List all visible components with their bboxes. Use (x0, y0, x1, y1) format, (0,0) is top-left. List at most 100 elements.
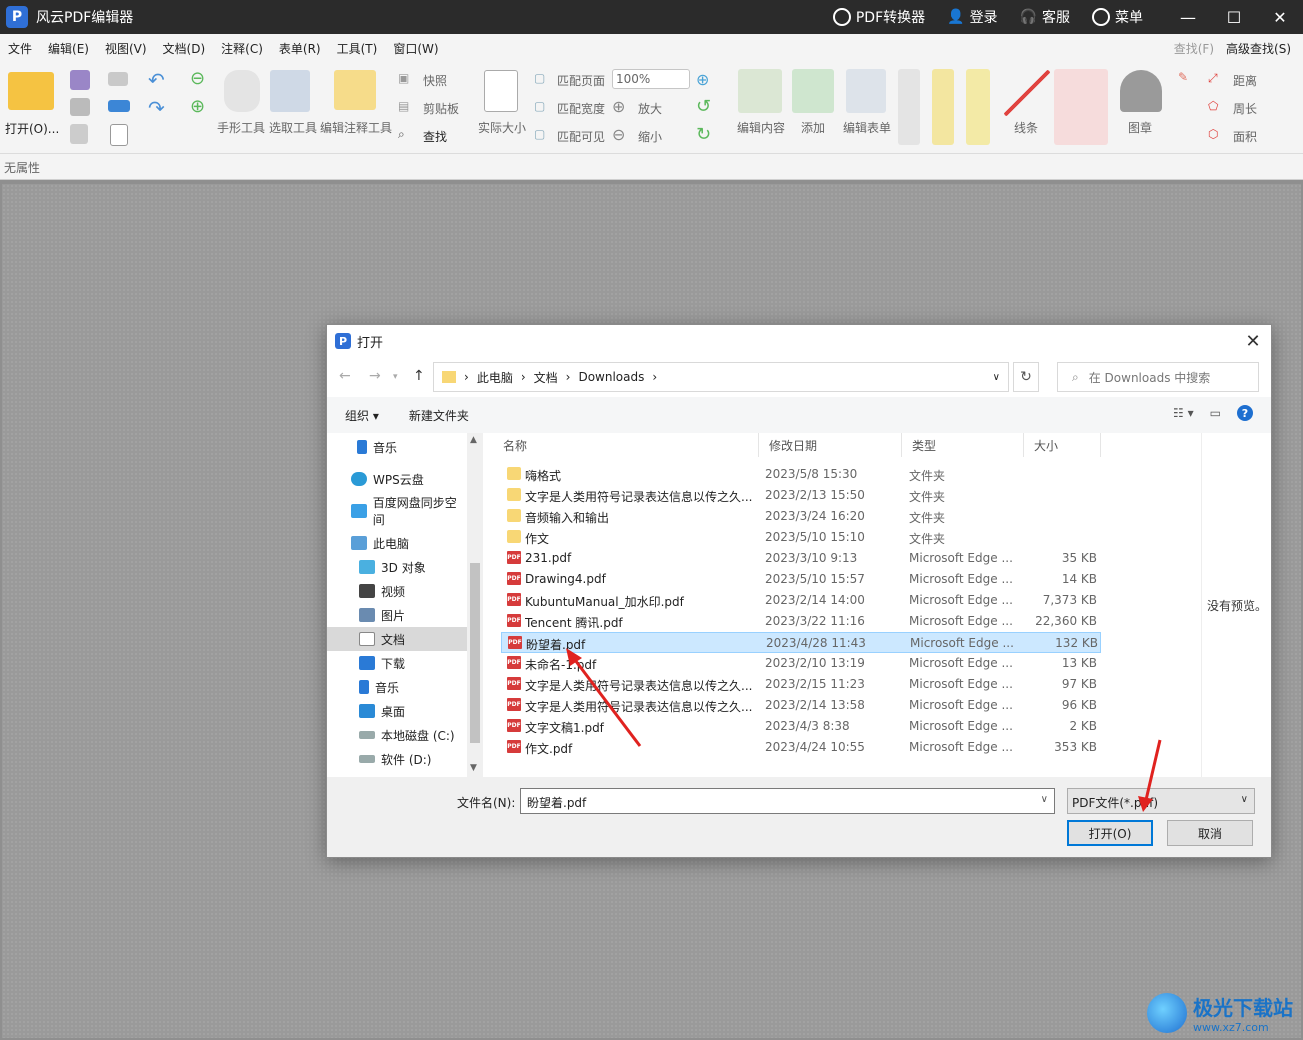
perimeter-label[interactable]: 周长 (1233, 100, 1257, 117)
file-row[interactable]: 音频输入和输出 2023/3/24 16:20 文件夹 (501, 506, 1101, 527)
distance-icon[interactable]: ⤢ (1208, 71, 1218, 86)
menu-comment[interactable]: 注释(C) (213, 40, 271, 57)
back-icon[interactable]: ⊖ (190, 68, 205, 89)
fit-visible-label[interactable]: 匹配可见 (557, 128, 605, 145)
open-button[interactable]: 打开(O) (1067, 820, 1153, 846)
address-bar[interactable]: › 此电脑 › 文档 › Downloads › ∨ (433, 362, 1009, 392)
scroll-up-icon[interactable]: ▲ (470, 435, 477, 445)
filetype-select[interactable]: PDF文件(*.pdf) ∨ (1067, 788, 1255, 814)
text-tools-icon[interactable] (932, 69, 954, 145)
fit-width-icon[interactable]: ▢ (534, 99, 545, 113)
back-arrow-icon[interactable]: ← (339, 368, 351, 384)
file-row[interactable]: PDF 作文.pdf 2023/4/24 10:55 Microsoft Edge .… (501, 737, 1101, 758)
stamp-label[interactable]: 图章 (1128, 119, 1152, 136)
area-label[interactable]: 面积 (1233, 128, 1257, 145)
column-type[interactable]: 类型 (902, 433, 1024, 457)
add-label[interactable]: 添加 (801, 119, 825, 136)
actual-size-label[interactable]: 实际大小 (478, 119, 526, 136)
filetype-dropdown-icon[interactable]: ∨ (1241, 794, 1248, 805)
file-row[interactable]: PDF Tencent 腾讯.pdf 2023/3/22 11:16 Microsof… (501, 611, 1101, 632)
add-icon[interactable] (792, 69, 834, 113)
search-box[interactable]: ⌕ 在 Downloads 中搜索 (1057, 362, 1259, 392)
select-tool-label[interactable]: 选取工具 (269, 119, 317, 136)
zoom-tool-icon[interactable]: ⊕ (696, 70, 709, 89)
nav-item-3d[interactable]: 3D 对象 (327, 555, 467, 579)
open-folder-icon[interactable] (8, 72, 54, 110)
find-icon[interactable]: ⌕ (398, 127, 405, 142)
clipboard-icon[interactable]: ▤ (398, 99, 409, 113)
organize-button[interactable]: 组织 ▾ (345, 407, 379, 424)
scan-icon[interactable] (108, 100, 130, 112)
view-options-icon[interactable]: ☷ ▾ (1173, 406, 1194, 420)
nav-item-music[interactable]: 音乐 (327, 435, 467, 459)
file-row[interactable]: 嗨格式 2023/5/8 15:30 文件夹 (501, 464, 1101, 485)
scroll-thumb[interactable] (470, 563, 480, 743)
nav-item-documents[interactable]: 文档 (327, 627, 467, 651)
cancel-button[interactable]: 取消 (1167, 820, 1253, 846)
breadcrumb-downloads[interactable]: Downloads (578, 370, 644, 384)
new-folder-button[interactable]: 新建文件夹 (409, 407, 469, 424)
zoom-in-label[interactable]: 放大 (638, 100, 662, 117)
email-icon[interactable] (108, 72, 128, 86)
stamp-icon[interactable] (1120, 70, 1162, 112)
zoom-out-icon[interactable]: ⊖ (612, 125, 625, 144)
new-doc-icon[interactable] (110, 124, 128, 146)
nav-item-this-pc[interactable]: 此电脑 (327, 531, 467, 555)
snapshot-label[interactable]: 快照 (423, 72, 447, 89)
recent-dropdown-icon[interactable]: ▾ (393, 372, 398, 382)
menu-button[interactable]: 菜单 (1092, 7, 1143, 27)
camera-icon[interactable]: ▣ (398, 71, 409, 85)
rotate-right-icon[interactable]: ↻ (696, 124, 711, 145)
nav-item-downloads[interactable]: 下载 (327, 651, 467, 675)
up-arrow-icon[interactable]: ↑ (413, 368, 425, 384)
service-button[interactable]: 🎧 客服 (1020, 7, 1070, 27)
nav-item-drive-d[interactable]: 软件 (D:) (327, 747, 467, 771)
maximize-button[interactable]: ☐ (1211, 0, 1257, 34)
file-row[interactable]: 文字是人类用符号记录表达信息以传之久... 2023/2/13 15:50 文件夹 (501, 485, 1101, 506)
undo-icon[interactable]: ↶ (148, 68, 165, 92)
fit-page-label[interactable]: 匹配页面 (557, 72, 605, 89)
column-size[interactable]: 大小 (1024, 433, 1101, 457)
perimeter-icon[interactable]: ⬠ (1208, 99, 1218, 113)
file-row[interactable]: 作文 2023/5/10 15:10 文件夹 (501, 527, 1101, 548)
filename-input[interactable]: 盼望着.pdf ∨ (520, 788, 1055, 814)
column-date[interactable]: 修改日期 (759, 433, 902, 457)
hand-tool-label[interactable]: 手形工具 (217, 119, 265, 136)
file-row[interactable]: PDF 文字是人类用符号记录表达信息以传之久... 2023/2/15 11:23 M… (501, 674, 1101, 695)
rotate-left-icon[interactable]: ↺ (696, 96, 711, 117)
line-tool-icon[interactable] (1004, 70, 1050, 116)
forward-arrow-icon[interactable]: → (369, 368, 381, 384)
fit-width-label[interactable]: 匹配宽度 (557, 100, 605, 117)
menu-view[interactable]: 视图(V) (97, 40, 155, 57)
menu-edit[interactable]: 编辑(E) (40, 40, 97, 57)
column-name[interactable]: 名称 (493, 433, 759, 457)
select-tool-icon[interactable] (270, 70, 310, 112)
help-icon[interactable]: ? (1237, 405, 1253, 421)
menu-tools[interactable]: 工具(T) (329, 40, 386, 57)
zoom-in-icon[interactable]: ⊕ (612, 97, 625, 116)
preview-pane-icon[interactable]: ▭ (1210, 406, 1221, 420)
edit-content-label[interactable]: 编辑内容 (737, 119, 785, 136)
find-menu[interactable]: 查找(F) (1174, 40, 1214, 57)
file-row[interactable]: PDF KubuntuManual_加水印.pdf 2023/2/14 14:00 M… (501, 590, 1101, 611)
distance-label[interactable]: 距离 (1233, 72, 1257, 89)
edit-content-icon[interactable] (738, 69, 782, 113)
nav-scrollbar[interactable]: ▲ ▼ (467, 433, 483, 777)
nav-item-music-2[interactable]: 音乐 (327, 675, 467, 699)
menu-form[interactable]: 表单(R) (271, 40, 329, 57)
refresh-button[interactable]: ↻ (1013, 362, 1039, 392)
breadcrumb-documents[interactable]: 文档 (534, 369, 558, 386)
nav-item-pictures[interactable]: 图片 (327, 603, 467, 627)
area-icon[interactable]: ⬡ (1208, 127, 1218, 141)
eraser-icon[interactable]: ✎ (1178, 70, 1188, 84)
comment-tools-icon[interactable] (966, 69, 990, 145)
file-row[interactable]: PDF 231.pdf 2023/3/10 9:13 Microsoft Edge .… (501, 548, 1101, 569)
file-row[interactable]: PDF 文字是人类用符号记录表达信息以传之久... 2023/2/14 13:58 M… (501, 695, 1101, 716)
edit-annotation-label[interactable]: 编辑注释工具 (320, 119, 392, 136)
edit-form-icon[interactable] (846, 69, 886, 113)
export-icon[interactable] (70, 124, 88, 144)
zoom-out-label[interactable]: 缩小 (638, 128, 662, 145)
nav-item-desktop[interactable]: 桌面 (327, 699, 467, 723)
find-label[interactable]: 查找 (423, 128, 447, 145)
menu-file[interactable]: 文件 (0, 40, 40, 57)
